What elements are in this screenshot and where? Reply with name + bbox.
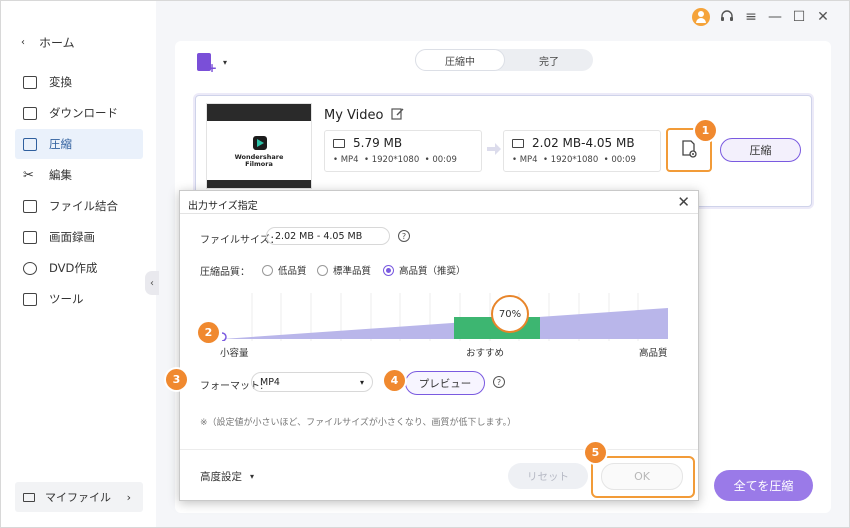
compress-all-button[interactable]: 全てを圧縮 <box>714 470 813 501</box>
chevron-down-icon: ▾ <box>250 472 255 481</box>
video-thumbnail[interactable]: Wondershare Filmora <box>206 103 312 189</box>
quality-note: ※（設定値が小さいほど、ファイルサイズが小さくなり、画質が低下します。） <box>200 418 517 428</box>
app-window: ≡ — ☐ ✕ ‹ ホーム 変換 ダウンロード 圧縮 ✂ 編集 ファイル結合 画… <box>0 0 850 528</box>
file-size-field[interactable]: 2.02 MB - 4.05 MB <box>266 227 390 245</box>
format-value: MP4 <box>260 376 280 388</box>
folder-icon <box>512 138 524 148</box>
chevron-down-icon: ▾ <box>223 57 228 67</box>
support-headset-icon[interactable] <box>717 7 737 27</box>
video-title: My Video <box>324 107 404 124</box>
reset-button[interactable]: リセット <box>508 463 588 489</box>
target-info-box: 2.02 MB-4.05 MB • MP4 • 1920*1080 • 00:0… <box>503 130 661 172</box>
sidebar-item-label: 編集 <box>49 168 72 182</box>
toolbox-icon <box>23 292 37 306</box>
tab-compressing[interactable]: 圧縮中 <box>415 49 505 71</box>
chevron-left-icon: ‹ <box>21 37 25 48</box>
step-badge-1: 1 <box>695 120 716 141</box>
menu-icon[interactable]: ≡ <box>741 7 761 27</box>
dvd-icon <box>23 261 37 275</box>
sidebar-item-tools[interactable]: ツール <box>15 284 143 314</box>
quality-high-radio[interactable]: 高品質（推奨） <box>383 263 466 277</box>
sidebar-item-merge[interactable]: ファイル結合 <box>15 191 143 221</box>
help-icon[interactable]: ? <box>398 230 410 242</box>
back-home-label: ホーム <box>39 36 75 50</box>
scale-max-label: 高品質 <box>639 348 668 359</box>
my-files-label: マイファイル <box>45 491 111 504</box>
folder-icon <box>333 138 345 148</box>
help-icon[interactable]: ? <box>493 376 505 388</box>
sidebar-item-label: DVD作成 <box>49 261 98 275</box>
advanced-settings-toggle[interactable]: 高度設定 ▾ <box>200 469 254 484</box>
sidebar-item-edit[interactable]: ✂ 編集 <box>15 160 143 190</box>
chevron-left-icon: ‹ <box>150 277 154 289</box>
back-home-link[interactable]: ‹ ホーム <box>21 34 75 51</box>
format-select[interactable]: MP4 ▾ <box>251 372 373 392</box>
dialog-title: 出力サイズ指定 <box>188 201 258 212</box>
arrow-right-icon <box>486 141 502 157</box>
download-icon <box>23 106 37 120</box>
folder-icon <box>23 492 35 502</box>
advanced-settings-label: 高度設定 <box>200 471 242 483</box>
maximize-icon[interactable]: ☐ <box>789 7 809 27</box>
sidebar-collapse-handle[interactable]: ‹ <box>145 271 159 295</box>
sidebar-item-label: 画面録画 <box>49 230 95 244</box>
chevron-right-icon: › <box>126 490 131 504</box>
quality-slider[interactable] <box>222 293 668 341</box>
sidebar-item-convert[interactable]: 変換 <box>15 67 143 97</box>
divider <box>180 449 698 450</box>
quality-low-radio[interactable]: 低品質 <box>262 263 307 277</box>
sidebar-item-label: 変換 <box>49 75 72 89</box>
quality-standard-radio[interactable]: 標準品質 <box>317 263 371 277</box>
compress-button[interactable]: 圧縮 <box>720 138 801 162</box>
step-badge-5: 5 <box>585 442 606 463</box>
close-icon[interactable]: ✕ <box>813 7 833 27</box>
step-badge-2: 2 <box>198 322 219 343</box>
ok-button[interactable]: OK <box>601 463 683 490</box>
sidebar-item-label: ツール <box>49 292 84 306</box>
preview-button[interactable]: プレビュー <box>405 371 485 395</box>
add-file-icon <box>197 53 217 75</box>
status-tabs: 圧縮中 完了 <box>415 49 593 71</box>
scale-min-label: 小容量 <box>220 348 249 359</box>
thumb-brand-line2: Filmora <box>245 160 273 168</box>
sidebar-item-compress[interactable]: 圧縮 <box>15 129 143 159</box>
slider-value-badge[interactable]: 70% <box>491 295 529 333</box>
compress-icon <box>23 137 37 151</box>
merge-icon <box>23 199 37 213</box>
source-info-box: 5.79 MB • MP4 • 1920*1080 • 00:09 <box>324 130 482 172</box>
step-badge-4: 4 <box>384 370 405 391</box>
chevron-down-icon: ▾ <box>359 377 364 387</box>
tab-completed[interactable]: 完了 <box>505 49 593 71</box>
quality-label: 圧縮品質： <box>200 267 250 278</box>
video-title-text: My Video <box>324 108 384 123</box>
sidebar-item-label: ファイル結合 <box>49 199 118 213</box>
dialog-close-icon[interactable]: ✕ <box>677 193 690 211</box>
output-size-dialog: 出力サイズ指定 ✕ ファイルサイズ： 2.02 MB - 4.05 MB ? 圧… <box>179 190 699 501</box>
target-size: 2.02 MB-4.05 MB <box>532 136 635 150</box>
sidebar: ‹ ホーム 変換 ダウンロード 圧縮 ✂ 編集 ファイル結合 画面録画 DVD作… <box>1 1 156 527</box>
scale-mid-label: おすすめ <box>466 348 505 359</box>
user-avatar-icon[interactable] <box>692 8 710 26</box>
convert-icon <box>23 75 37 89</box>
sidebar-item-dvd[interactable]: DVD作成 <box>15 253 143 283</box>
sidebar-item-label: ダウンロード <box>49 106 118 120</box>
minimize-icon[interactable]: — <box>765 7 785 27</box>
source-size: 5.79 MB <box>353 136 403 150</box>
filmora-logo-icon <box>253 136 267 150</box>
my-files-button[interactable]: マイファイル › <box>15 482 143 512</box>
sidebar-item-screen-record[interactable]: 画面録画 <box>15 222 143 252</box>
settings-file-icon <box>680 139 698 161</box>
edit-pencil-icon[interactable] <box>391 107 404 124</box>
scissors-icon: ✂ <box>23 167 34 183</box>
step-badge-3: 3 <box>166 369 187 390</box>
sidebar-item-download[interactable]: ダウンロード <box>15 98 143 128</box>
sidebar-item-label: 圧縮 <box>49 137 72 151</box>
divider <box>180 213 698 214</box>
add-file-button[interactable]: ▾ <box>197 51 233 75</box>
source-meta: • MP4 • 1920*1080 • 00:09 <box>333 155 457 165</box>
screen-record-icon <box>23 230 37 244</box>
target-meta: • MP4 • 1920*1080 • 00:09 <box>512 155 636 165</box>
